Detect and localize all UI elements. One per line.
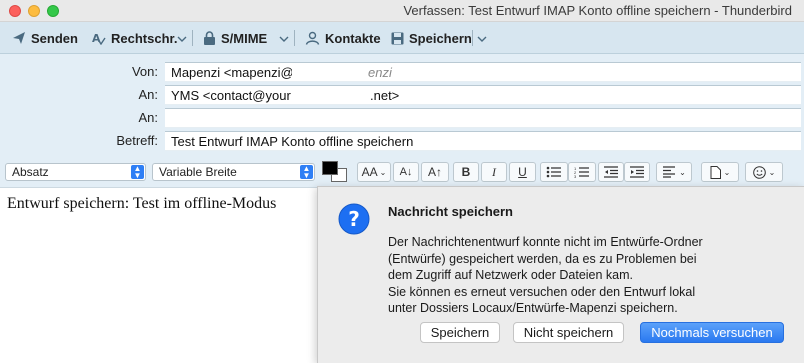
outdent-button[interactable] — [598, 162, 624, 182]
dialog-message-line: Der Nachrichtenentwurf konnte nicht im E… — [388, 235, 703, 249]
align-left-icon — [663, 166, 676, 178]
numbered-list-icon: 123 — [574, 166, 589, 178]
format-toolbar: Absatz ▲ ▼ Variable Breite ▲ ▼ AA ⌄ A↓ A↑ B… — [0, 154, 804, 188]
smime-label: S/MIME — [221, 30, 268, 46]
chevron-down-icon — [177, 36, 187, 42]
save-button[interactable]: Speichern — [391, 29, 472, 47]
indent-icon — [630, 166, 644, 178]
to-field[interactable]: YMS <contact@your .net> — [165, 85, 801, 105]
send-button[interactable]: Senden — [12, 29, 78, 47]
from-value: Mapenzi <mapenzi@ — [171, 65, 294, 80]
align-button[interactable]: ⌄ — [656, 162, 692, 182]
retry-button[interactable]: Nochmals versuchen — [640, 322, 784, 343]
zoom-window-button[interactable] — [47, 5, 59, 17]
underline-button[interactable]: U — [509, 162, 536, 182]
smiley-icon — [752, 165, 766, 179]
dialog-title: Nachricht speichern — [388, 204, 513, 219]
updown-arrow-icon: ▲ ▼ — [300, 165, 313, 180]
paragraph-format-value: Absatz — [12, 165, 49, 179]
increase-font-icon: A↑ — [427, 165, 442, 179]
insert-button[interactable]: ⌄ — [701, 162, 739, 182]
from-value-tail: enzi — [368, 65, 392, 80]
redaction-box — [292, 86, 368, 104]
chevron-down-icon — [279, 36, 289, 42]
font-size-label: AA — [361, 165, 378, 179]
svg-text:3: 3 — [574, 174, 577, 178]
bullet-list-icon — [546, 166, 561, 178]
send-label: Senden — [31, 30, 78, 46]
dialog-message-line: Sie können es erneut versuchen oder den … — [388, 284, 696, 299]
dialog-message-line: dem Zugriff auf Netzwerk oder Dateien ka… — [388, 268, 634, 282]
document-icon — [710, 165, 721, 179]
redaction-box — [292, 63, 368, 81]
paragraph-format-select[interactable]: Absatz ▲ ▼ — [5, 163, 146, 181]
spellcheck-icon: A — [92, 32, 106, 45]
subject-field[interactable]: Test Entwurf IMAP Konto offline speicher… — [165, 131, 801, 151]
smime-button[interactable]: S/MIME — [203, 29, 267, 47]
message-body[interactable]: Entwurf speichern: Test im offline-Modus — [7, 195, 276, 213]
contacts-label: Kontakte — [325, 30, 381, 46]
close-window-button[interactable] — [9, 5, 21, 17]
save-dropdown[interactable] — [476, 32, 488, 47]
svg-text:?: ? — [348, 207, 360, 231]
from-field[interactable]: Mapenzi <mapenzi@ enzi — [165, 62, 801, 82]
subject-label: Betreff: — [116, 133, 158, 148]
toolbar-divider — [192, 30, 193, 46]
text-color-swatch[interactable] — [322, 161, 338, 175]
spellcheck-button[interactable]: A Rechtschr. — [92, 29, 177, 47]
updown-arrow-icon: ▲ ▼ — [131, 165, 144, 180]
dialog-message-line: unter Dossiers Locaux/Entwürfe-Mapenzi s… — [388, 301, 678, 315]
to-value-tail: .net> — [370, 88, 400, 103]
chevron-down-icon — [477, 36, 487, 42]
title-bar: Verfassen: Test Entwurf IMAP Konto offli… — [0, 0, 804, 22]
from-label: Von: — [131, 64, 158, 79]
emoji-button[interactable]: ⌄ — [745, 162, 783, 182]
font-size-button[interactable]: AA ⌄ — [357, 162, 391, 182]
spellcheck-dropdown[interactable] — [176, 32, 188, 47]
bold-button[interactable]: B — [453, 162, 479, 182]
smime-dropdown[interactable] — [278, 32, 290, 47]
decrease-font-icon: A↓ — [399, 166, 413, 178]
dont-save-button[interactable]: Nicht speichern — [513, 322, 624, 343]
save-button-dialog[interactable]: Speichern — [420, 322, 500, 343]
contacts-button[interactable]: Kontakte — [305, 29, 381, 47]
minimize-window-button[interactable] — [28, 5, 40, 17]
outdent-icon — [604, 166, 618, 178]
font-select[interactable]: Variable Breite ▲ ▼ — [152, 163, 315, 181]
indent-button[interactable] — [624, 162, 650, 182]
compose-toolbar: Senden A Rechtschr. S/MIME Kontakte Spei… — [0, 22, 804, 54]
spellcheck-label: Rechtschr. — [111, 30, 178, 46]
floppy-disk-icon — [391, 32, 404, 44]
contacts-icon — [305, 31, 320, 45]
italic-button[interactable]: I — [481, 162, 507, 182]
bullet-list-button[interactable] — [540, 162, 568, 182]
send-icon — [13, 32, 25, 44]
address-header-area: Von: Mapenzi <mapenzi@ enzi An: YMS <con… — [0, 54, 804, 154]
dialog-message: Der Nachrichtenentwurf konnte nicht im E… — [388, 234, 788, 317]
to-label: An: — [138, 87, 158, 102]
save-message-dialog: ? Nachricht speichern Der Nachrichtenent… — [317, 186, 804, 363]
decrease-font-button[interactable]: A↓ — [393, 162, 419, 182]
to2-label: An: — [138, 110, 158, 125]
question-icon: ? — [338, 203, 370, 238]
dialog-message-line: (Entwürfe) gespeichert werden, da es zu … — [388, 251, 697, 266]
toolbar-divider — [294, 30, 295, 46]
toolbar-divider — [472, 30, 473, 46]
save-label: Speichern — [409, 30, 472, 46]
increase-font-button[interactable]: A↑ — [421, 162, 449, 182]
numbered-list-button[interactable]: 123 — [568, 162, 596, 182]
font-value: Variable Breite — [159, 165, 237, 179]
window-title: Verfassen: Test Entwurf IMAP Konto offli… — [403, 3, 792, 18]
lock-icon — [204, 31, 215, 45]
to2-field[interactable] — [165, 108, 801, 128]
to-value: YMS <contact@your — [171, 88, 291, 103]
